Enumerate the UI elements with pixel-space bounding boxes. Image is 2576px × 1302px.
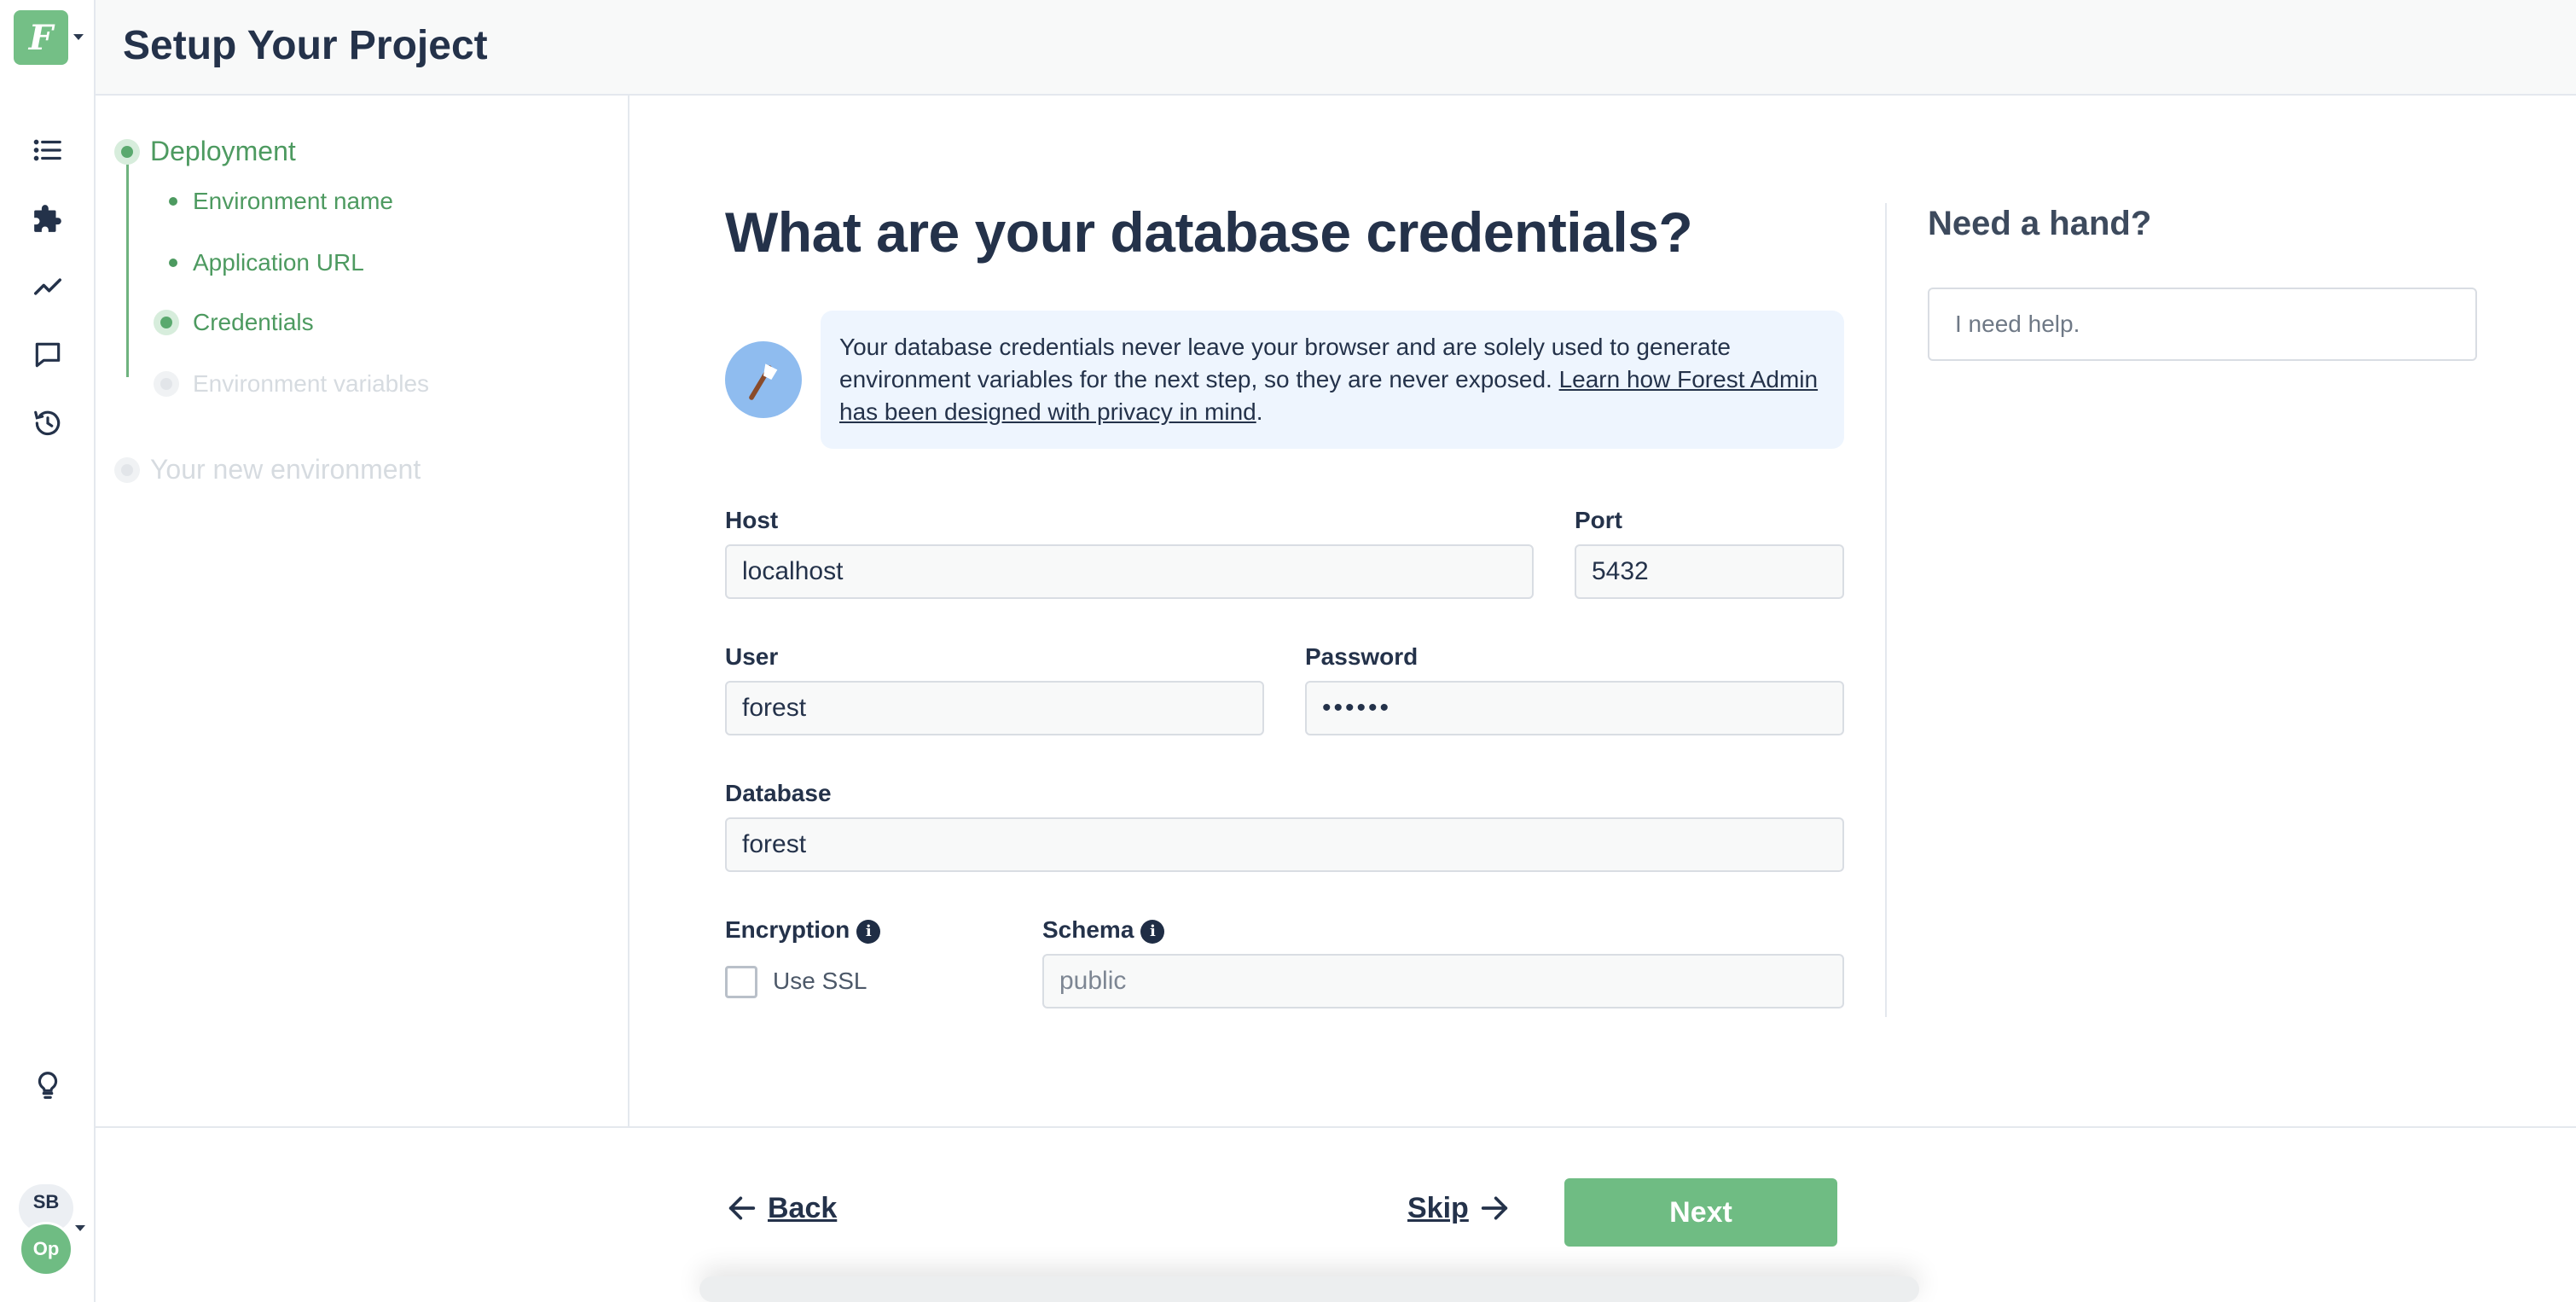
info-period: . [1256, 398, 1263, 425]
step-label: Your new environment [150, 454, 421, 485]
step-dot-icon [169, 197, 177, 206]
lightbulb-icon[interactable] [27, 1065, 68, 1106]
schema-input[interactable] [1042, 954, 1844, 1008]
list-icon[interactable] [27, 130, 68, 171]
step-label: Environment name [193, 188, 394, 214]
step-new-environment: Your new environment [114, 454, 421, 485]
page-header: Setup Your Project [96, 0, 2576, 96]
port-input[interactable] [1575, 544, 1844, 599]
step-dot-icon [154, 371, 179, 397]
use-ssl-checkbox[interactable] [725, 966, 757, 998]
step-environment-variables: Environment variables [154, 370, 429, 398]
steps-progress-line [126, 148, 129, 377]
user-initials: SB [32, 1191, 60, 1212]
step-application-url: Application URL [160, 249, 364, 276]
footer-shadow [699, 1276, 1919, 1302]
step-deployment: Deployment [114, 136, 296, 167]
page-title: Setup Your Project [123, 23, 488, 68]
password-label: Password [1305, 643, 1419, 670]
user-input[interactable] [725, 681, 1264, 735]
form-title: What are your database credentials? [725, 201, 1693, 264]
next-button[interactable]: Next [1564, 1178, 1837, 1247]
skip-label: Skip [1407, 1191, 1469, 1224]
step-label: Application URL [193, 249, 364, 276]
privacy-info-box: Your database credentials never leave yo… [821, 311, 1844, 449]
info-icon[interactable]: i [1140, 919, 1165, 944]
step-label: Credentials [193, 309, 314, 335]
step-credentials: Credentials [154, 309, 314, 336]
steps-sidebar: Deployment Environment name Application … [96, 96, 629, 1128]
encryption-label: Encryption i [725, 916, 881, 944]
schema-label-text: Schema [1042, 916, 1134, 943]
project-avatar[interactable]: Op [19, 1222, 73, 1276]
chat-icon[interactable] [27, 334, 68, 375]
encryption-label-text: Encryption [725, 916, 850, 943]
password-input[interactable] [1305, 681, 1844, 735]
chart-line-icon[interactable] [27, 266, 68, 307]
arrow-right-icon [1481, 1196, 1507, 1220]
database-input[interactable] [725, 817, 1844, 872]
use-ssl-label[interactable]: Use SSL [773, 968, 867, 995]
help-input[interactable] [1928, 288, 2477, 361]
history-icon[interactable] [27, 403, 68, 444]
chevron-down-icon[interactable] [73, 34, 84, 40]
skip-button[interactable]: Skip [1407, 1191, 1511, 1225]
step-dot-icon [154, 310, 179, 335]
step-environment-name: Environment name [160, 188, 393, 215]
database-label: Database [725, 780, 832, 806]
axe-icon [725, 341, 802, 418]
host-label: Host [725, 507, 779, 533]
step-dot-icon [114, 138, 140, 165]
port-label: Port [1575, 507, 1622, 533]
back-button[interactable]: Back [725, 1191, 837, 1225]
help-title: Need a hand? [1928, 205, 2152, 242]
logo-letter: F [28, 17, 54, 58]
arrow-left-icon [728, 1196, 756, 1220]
step-dot-icon [169, 259, 177, 267]
puzzle-icon[interactable] [27, 198, 68, 239]
chevron-down-icon[interactable] [75, 1225, 85, 1231]
host-input[interactable] [725, 544, 1534, 599]
step-label: Deployment [150, 136, 296, 166]
project-initials: Op [32, 1238, 60, 1259]
user-label: User [725, 643, 779, 670]
back-label: Back [768, 1191, 838, 1224]
info-icon[interactable]: i [856, 919, 881, 944]
help-divider [1885, 203, 1887, 1017]
step-dot-icon [114, 456, 140, 483]
step-label: Environment variables [193, 370, 430, 397]
schema-label: Schema i [1042, 916, 1165, 944]
forest-logo[interactable]: F [14, 10, 68, 65]
icon-rail: F SB Op [0, 0, 96, 1302]
